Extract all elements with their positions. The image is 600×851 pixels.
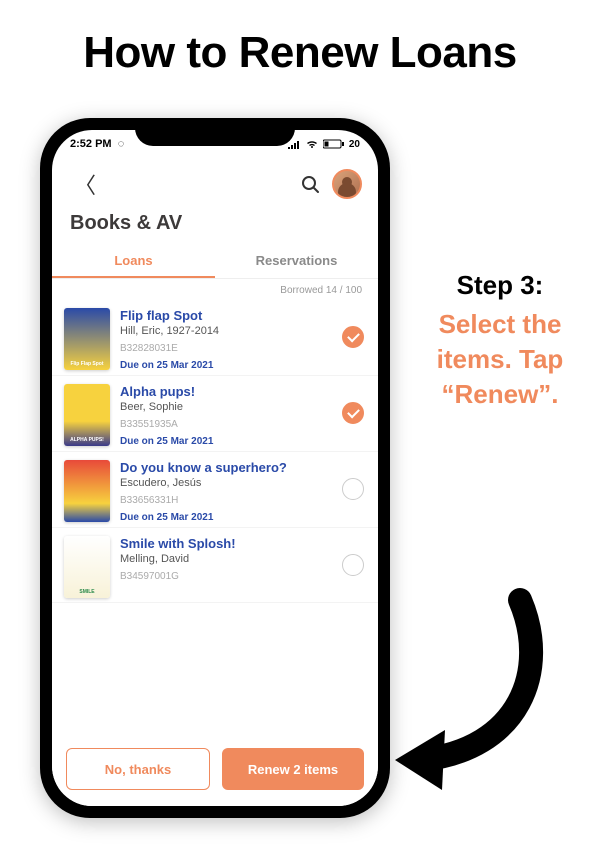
item-barcode: B34597001G (120, 571, 332, 582)
list-item: SMILE Smile with Splosh! Melling, David … (52, 528, 378, 603)
battery-icon (323, 139, 345, 149)
battery-percent: 20 (349, 139, 360, 150)
item-due: Due on 25 Mar 2021 (120, 360, 332, 371)
list-item: Do you know a superhero? Escudero, Jesús… (52, 452, 378, 528)
book-cover: SMILE (64, 536, 110, 598)
list-item: ALPHA PUPS! Alpha pups! Beer, Sophie B33… (52, 376, 378, 452)
status-right: 20 (287, 139, 360, 150)
book-cover: ALPHA PUPS! (64, 384, 110, 446)
book-cover (64, 460, 110, 522)
book-cover: Flip Flap Spot (64, 308, 110, 370)
item-title: Alpha pups! (120, 384, 332, 399)
select-checkbox[interactable] (342, 402, 364, 424)
item-barcode: B33551935A (120, 419, 332, 430)
item-author: Beer, Sophie (120, 401, 332, 413)
select-checkbox[interactable] (342, 326, 364, 348)
arrow-icon (370, 580, 570, 810)
section-title: Books & AV (52, 208, 378, 243)
tab-reservations[interactable]: Reservations (215, 243, 378, 278)
loans-list: Flip Flap Spot Flip flap Spot Hill, Eric… (52, 300, 378, 736)
renew-button[interactable]: Renew 2 items (222, 748, 364, 790)
item-barcode: B32828031E (120, 343, 332, 354)
tabs: Loans Reservations (52, 243, 378, 279)
step-text: Select the items. Tap “Renew”. (410, 307, 590, 412)
page-headline: How to Renew Loans (0, 0, 600, 88)
item-author: Escudero, Jesús (120, 477, 332, 489)
select-checkbox[interactable] (342, 478, 364, 500)
phone-notch (135, 118, 295, 146)
item-title: Flip flap Spot (120, 308, 332, 323)
wifi-icon (305, 139, 319, 149)
status-time: 2:52 PM ◌ (70, 138, 124, 150)
item-due: Due on 25 Mar 2021 (120, 512, 332, 523)
bottom-bar: No, thanks Renew 2 items (52, 736, 378, 806)
list-item: Flip Flap Spot Flip flap Spot Hill, Eric… (52, 300, 378, 376)
phone-screen: 2:52 PM ◌ 20 〈 (52, 130, 378, 806)
item-title: Do you know a superhero? (120, 460, 332, 475)
phone-frame: 2:52 PM ◌ 20 〈 (40, 118, 390, 818)
step-label: Step 3: (410, 270, 590, 301)
borrowed-count: Borrowed 14 / 100 (52, 279, 378, 300)
avatar[interactable] (332, 169, 362, 199)
no-thanks-button[interactable]: No, thanks (66, 748, 210, 790)
search-icon[interactable] (300, 174, 320, 194)
item-title: Smile with Splosh! (120, 536, 332, 551)
select-checkbox[interactable] (342, 554, 364, 576)
tab-loans[interactable]: Loans (52, 243, 215, 278)
back-icon[interactable]: 〈 (68, 164, 102, 204)
instructions-panel: Step 3: Select the items. Tap “Renew”. (410, 270, 590, 412)
item-author: Hill, Eric, 1927-2014 (120, 325, 332, 337)
top-bar: 〈 (52, 158, 378, 208)
item-barcode: B33656331H (120, 495, 332, 506)
item-author: Melling, David (120, 553, 332, 565)
item-due: Due on 25 Mar 2021 (120, 436, 332, 447)
